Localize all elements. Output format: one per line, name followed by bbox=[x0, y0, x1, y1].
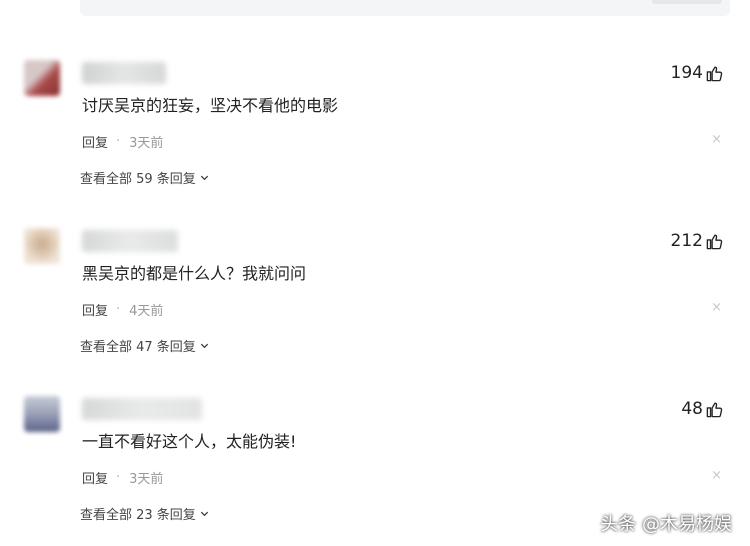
avatar[interactable] bbox=[24, 228, 60, 264]
like-count: 212 bbox=[670, 231, 703, 251]
meta-separator: · bbox=[116, 134, 121, 149]
like-count: 48 bbox=[681, 399, 703, 419]
like-button[interactable]: 48 bbox=[681, 396, 724, 422]
comment-item: 194 讨厌吴京的狂妄，坚决不看他的电影 回复 · 3天前 × 查看全部 59 … bbox=[0, 60, 750, 200]
view-all-replies-button[interactable]: 查看全部 47 条回复 bbox=[80, 336, 210, 355]
chevron-down-icon bbox=[199, 340, 210, 351]
close-icon[interactable]: × bbox=[711, 133, 722, 146]
avatar[interactable] bbox=[24, 396, 60, 432]
comment-meta: 回复 · 3天前 bbox=[82, 468, 163, 487]
comment-time: 3天前 bbox=[129, 136, 164, 151]
close-icon[interactable]: × bbox=[711, 301, 722, 314]
view-all-replies-label: 查看全部 47 条回复 bbox=[80, 340, 196, 355]
meta-separator: · bbox=[116, 302, 121, 317]
reply-button[interactable]: 回复 bbox=[82, 300, 108, 319]
comment-text: 讨厌吴京的狂妄，坚决不看他的电影 bbox=[82, 96, 339, 115]
like-count: 194 bbox=[670, 63, 703, 83]
username-blurred[interactable] bbox=[82, 62, 166, 84]
like-button[interactable]: 212 bbox=[671, 228, 724, 254]
comment-text: 黑吴京的都是什么人？我就问问 bbox=[82, 264, 307, 283]
comment-page: 194 讨厌吴京的狂妄，坚决不看他的电影 回复 · 3天前 × 查看全部 59 … bbox=[0, 0, 750, 546]
comment-meta: 回复 · 3天前 bbox=[82, 132, 163, 151]
thumbs-up-icon bbox=[705, 400, 724, 419]
thumbs-up-icon bbox=[705, 64, 724, 83]
comment-time: 3天前 bbox=[129, 472, 164, 487]
comment-meta: 回复 · 4天前 bbox=[82, 300, 163, 319]
thumbs-up-icon bbox=[705, 232, 724, 251]
reply-button[interactable]: 回复 bbox=[82, 468, 108, 487]
view-all-replies-button[interactable]: 查看全部 59 条回复 bbox=[80, 168, 210, 187]
chevron-down-icon bbox=[199, 508, 210, 519]
watermark: 头条 @木易杨娱 bbox=[600, 514, 732, 535]
meta-separator: · bbox=[116, 470, 121, 485]
like-button[interactable]: 194 bbox=[671, 60, 724, 86]
comment-time: 4天前 bbox=[129, 304, 164, 319]
reply-button[interactable]: 回复 bbox=[82, 132, 108, 151]
close-icon[interactable]: × bbox=[711, 469, 722, 482]
comment-text: 一直不看好这个人，太能伪装! bbox=[82, 432, 297, 451]
previous-reply-box bbox=[80, 0, 730, 16]
previous-reply-box-edge bbox=[652, 0, 722, 4]
username-blurred[interactable] bbox=[82, 398, 202, 420]
view-all-replies-label: 查看全部 23 条回复 bbox=[80, 508, 196, 523]
view-all-replies-label: 查看全部 59 条回复 bbox=[80, 172, 196, 187]
comment-item: 212 黑吴京的都是什么人？我就问问 回复 · 4天前 × 查看全部 47 条回… bbox=[0, 228, 750, 368]
chevron-down-icon bbox=[199, 172, 210, 183]
avatar[interactable] bbox=[24, 60, 60, 96]
username-blurred[interactable] bbox=[82, 230, 178, 252]
view-all-replies-button[interactable]: 查看全部 23 条回复 bbox=[80, 504, 210, 523]
